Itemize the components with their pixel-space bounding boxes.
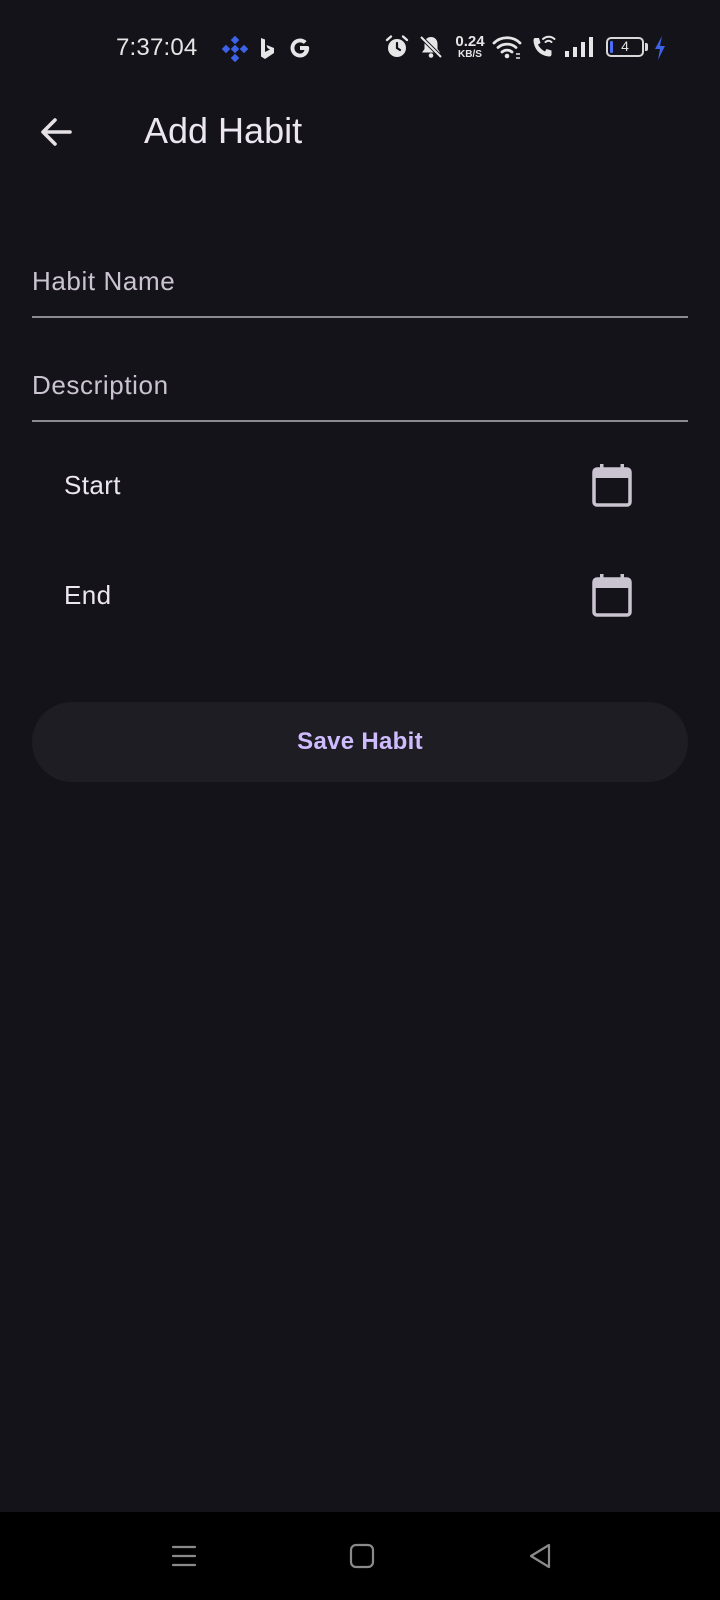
back-button[interactable] [28, 108, 84, 156]
battery-tip [645, 43, 648, 51]
system-navigation-bar [0, 1512, 720, 1600]
network-speed: 0.24 KB/S [452, 34, 488, 60]
google-icon [290, 38, 310, 58]
end-date-picker-button[interactable] [588, 570, 636, 622]
home-icon [349, 1543, 375, 1569]
back-triangle-icon [529, 1543, 551, 1569]
battery-icon: 4 [606, 37, 644, 57]
save-habit-button[interactable]: Save Habit [32, 702, 688, 782]
bing-icon [261, 38, 274, 59]
calendar-icon [592, 464, 632, 507]
end-date-label: End [64, 580, 112, 610]
battery-level: 4 [621, 38, 629, 54]
network-speed-value: 0.24 [455, 33, 485, 50]
signal-icon [565, 37, 593, 57]
habit-name-field [32, 258, 688, 318]
network-speed-unit: KB/S [458, 49, 482, 60]
binance-icon [222, 36, 248, 62]
charging-icon [655, 36, 665, 60]
wifi-calling-icon [533, 35, 556, 57]
alarm-icon [385, 35, 409, 57]
silent-bell-icon [419, 35, 443, 59]
start-date-picker-button[interactable] [588, 460, 636, 512]
recent-apps-button[interactable] [162, 1534, 206, 1578]
page-title: Add Habit [144, 110, 303, 151]
end-date-row[interactable]: End [32, 556, 688, 636]
system-back-button[interactable] [518, 1534, 562, 1578]
description-field [32, 362, 688, 422]
status-time: 7:37:04 [116, 34, 198, 61]
arrow-back-icon [41, 118, 72, 146]
home-button[interactable] [340, 1534, 384, 1578]
description-input[interactable] [32, 362, 688, 420]
app-bar: Add Habit [0, 96, 720, 168]
start-date-label: Start [64, 470, 121, 500]
wifi-icon [492, 36, 522, 59]
calendar-icon [592, 574, 632, 617]
status-bar: 7:37:04 0.24 KB/S 4 [0, 0, 720, 96]
habit-name-input[interactable] [32, 258, 688, 316]
start-date-row[interactable]: Start [32, 446, 688, 526]
menu-icon [171, 1545, 197, 1567]
